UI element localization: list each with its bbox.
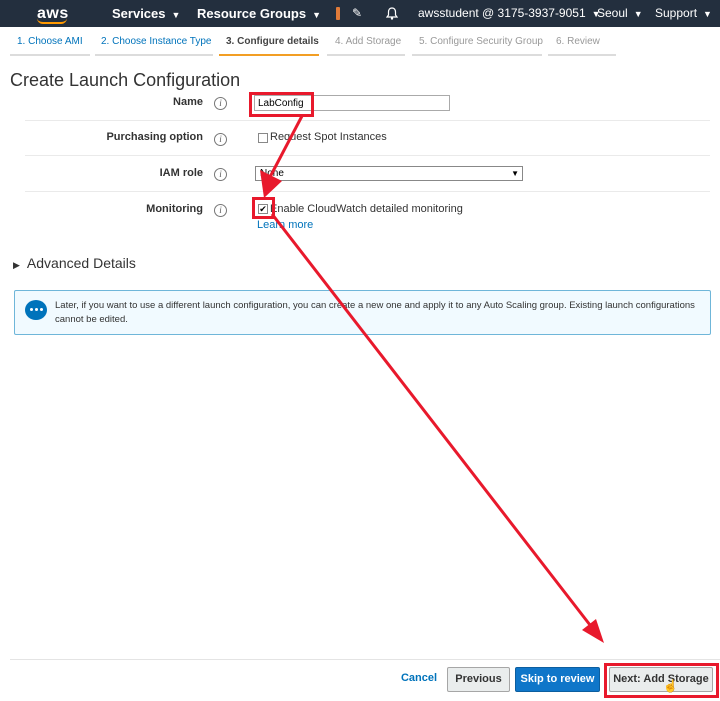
step-configure-details[interactable]: 3. Configure details <box>219 36 319 56</box>
step-add-storage: 4. Add Storage <box>327 36 405 56</box>
step-review: 6. Review <box>548 36 616 56</box>
step-choose-ami[interactable]: 1. Choose AMI <box>10 36 90 56</box>
purchasing-option-label: Purchasing option <box>106 131 203 143</box>
cloudwatch-monitoring-label: Enable CloudWatch detailed monitoring <box>270 203 463 215</box>
iam-role-select[interactable]: None ▼ <box>255 166 523 181</box>
caret-down-icon: ▼ <box>511 169 519 178</box>
info-icon[interactable]: i <box>214 168 227 181</box>
resource-groups-label: Resource Groups <box>197 6 307 21</box>
name-label: Name <box>173 96 203 108</box>
info-message-text: Later, if you want to use a different la… <box>55 300 695 325</box>
region-menu[interactable]: Seoul ▼ <box>597 0 643 27</box>
services-label: Services <box>112 6 166 21</box>
caret-down-icon: ▼ <box>171 10 181 20</box>
aws-logo-smile <box>37 18 67 24</box>
spot-instances-checkbox[interactable] <box>258 133 268 143</box>
account-menu[interactable]: awsstudent @ 3175-3937-9051 ▼ <box>418 0 601 27</box>
step-configure-security-group: 5. Configure Security Group <box>412 36 543 56</box>
divider <box>25 120 710 121</box>
wizard-steps: 1. Choose AMI 2. Choose Instance Type 3.… <box>0 27 720 59</box>
pin-marker-icon <box>336 7 340 20</box>
advanced-details-label: Advanced Details <box>26 255 136 271</box>
triangle-right-icon: ▶ <box>13 260 20 270</box>
pin-icon[interactable]: ✎ <box>352 0 362 27</box>
annotation-arrowhead-next <box>582 619 604 643</box>
monitoring-label: Monitoring <box>146 203 203 215</box>
step-choose-instance-type[interactable]: 2. Choose Instance Type <box>95 36 213 56</box>
info-icon[interactable]: i <box>214 204 227 217</box>
previous-button[interactable]: Previous <box>447 667 510 692</box>
support-label: Support <box>655 6 698 20</box>
support-menu[interactable]: Support ▼ <box>655 0 712 27</box>
page-title: Create Launch Configuration <box>10 70 241 90</box>
caret-down-icon: ▼ <box>633 9 643 19</box>
caret-down-icon: ▼ <box>703 9 712 19</box>
name-input[interactable] <box>254 95 450 111</box>
resource-groups-menu[interactable]: Resource Groups ▼ <box>197 0 321 27</box>
account-label: awsstudent @ 3175-3937-9051 <box>418 6 586 20</box>
annotation-arrow-checkbox-to-next <box>270 213 592 626</box>
cancel-button[interactable]: Cancel <box>398 667 440 692</box>
advanced-details-toggle[interactable]: ▶ Advanced Details <box>13 255 136 271</box>
info-icon[interactable]: i <box>214 133 227 146</box>
iam-role-label: IAM role <box>159 167 203 179</box>
caret-down-icon: ▼ <box>312 10 322 20</box>
services-menu[interactable]: Services ▼ <box>112 0 180 27</box>
region-label: Seoul <box>597 6 628 20</box>
next-add-storage-button[interactable]: Next: Add Storage <box>609 667 713 692</box>
top-nav: aws Services ▼ Resource Groups ▼ ✎ awsstud… <box>0 0 720 27</box>
skip-to-review-button[interactable]: Skip to review <box>515 667 600 692</box>
divider <box>25 191 710 192</box>
footer-divider <box>10 659 720 660</box>
chat-icon <box>25 300 47 320</box>
spot-instances-label: Request Spot Instances <box>270 131 387 143</box>
divider <box>25 155 710 156</box>
cursor-hand-icon: ☝ <box>663 679 678 693</box>
iam-role-value: None <box>260 168 284 179</box>
learn-more-link[interactable]: Learn more <box>257 219 313 231</box>
bell-icon[interactable] <box>385 0 399 27</box>
info-icon[interactable]: i <box>214 97 227 110</box>
info-message-box: Later, if you want to use a different la… <box>14 290 711 335</box>
cloudwatch-monitoring-checkbox[interactable]: ✔ <box>258 204 268 214</box>
